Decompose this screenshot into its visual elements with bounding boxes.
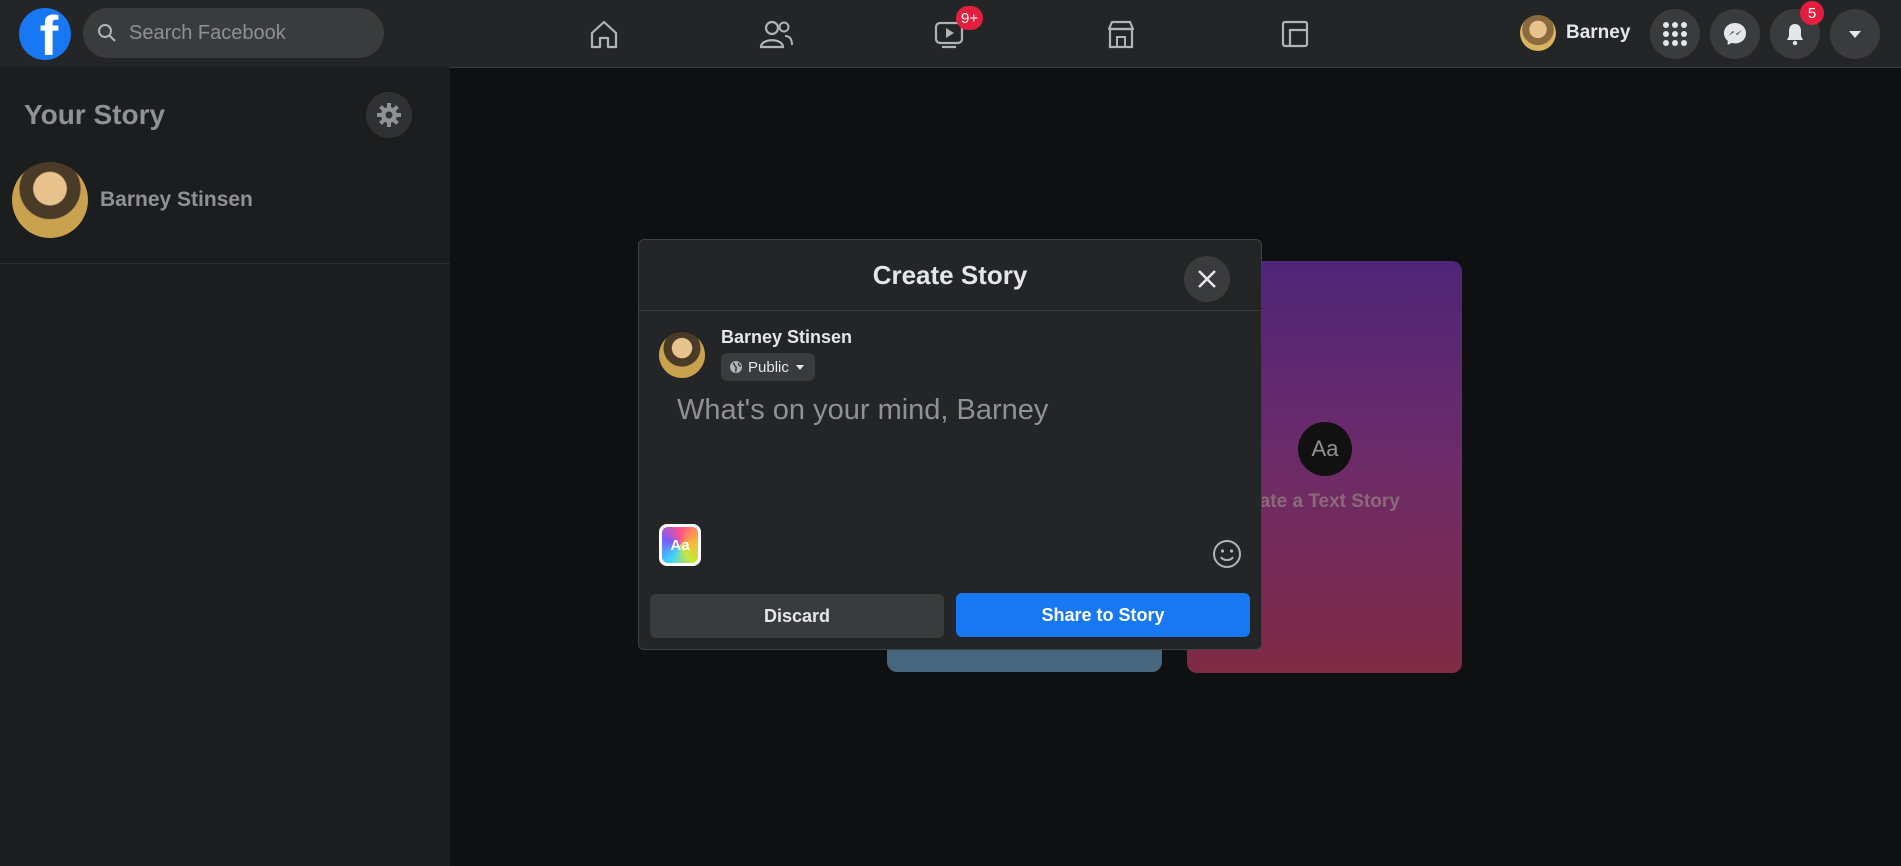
privacy-selector[interactable]: Public (721, 353, 815, 381)
background-picker-button[interactable]: Aa (659, 524, 701, 566)
story-text-input[interactable] (675, 392, 1239, 516)
dialog-header: Create Story (639, 240, 1261, 311)
discard-button[interactable]: Discard (650, 594, 944, 638)
privacy-label: Public (748, 358, 789, 376)
background-picker-label: Aa (662, 527, 698, 563)
modal-overlay: Create Story Barney Stinsen Public Aa Di… (0, 0, 1901, 866)
close-button[interactable] (1184, 256, 1230, 302)
emoji-icon[interactable] (1212, 539, 1242, 569)
dialog-title: Create Story (872, 260, 1028, 290)
author-name: Barney Stinsen (721, 327, 853, 347)
caret-down-icon (795, 365, 804, 370)
create-story-dialog: Create Story Barney Stinsen Public Aa Di… (638, 239, 1262, 650)
globe-icon (730, 361, 742, 373)
avatar (659, 332, 705, 378)
share-to-story-button[interactable]: Share to Story (956, 593, 1250, 637)
close-icon (1198, 270, 1216, 288)
